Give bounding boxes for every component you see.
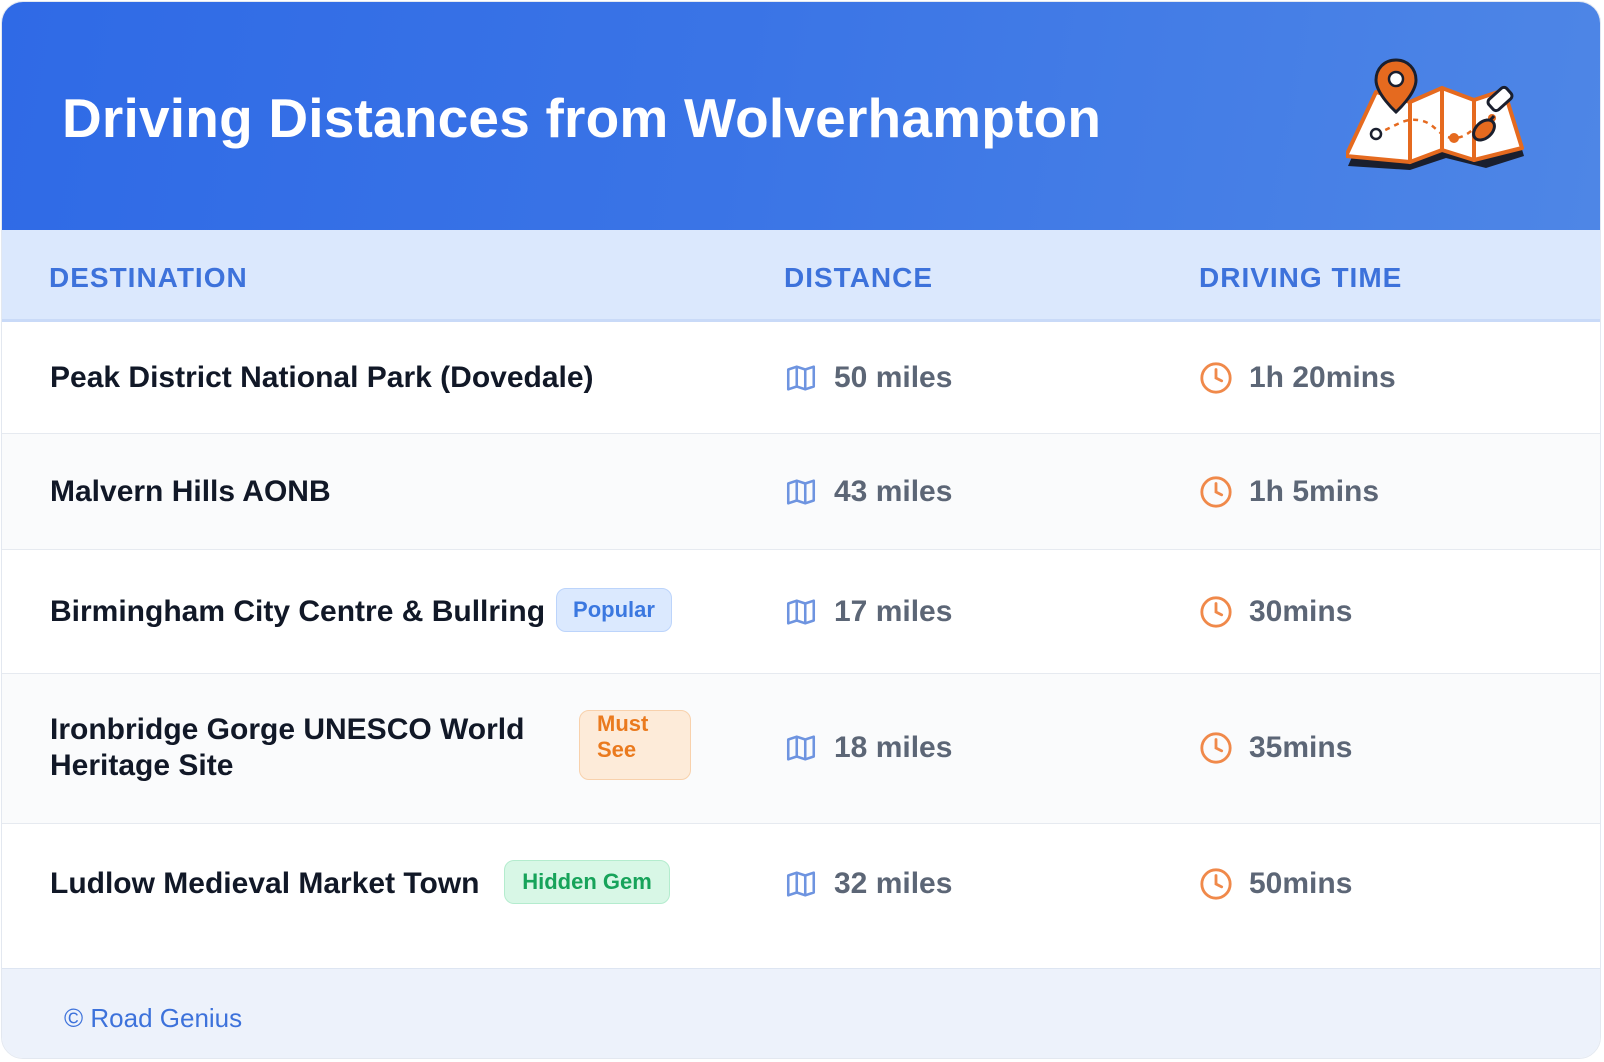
table-row: Malvern Hills AONB 43 miles 1h 5mins bbox=[2, 434, 1600, 550]
table-row: Ludlow Medieval Market Town Hidden Gem 3… bbox=[2, 824, 1600, 968]
destination-name: Ludlow Medieval Market Town bbox=[50, 867, 480, 900]
hidden-gem-badge: Hidden Gem bbox=[504, 860, 670, 904]
clock-icon bbox=[1200, 596, 1232, 628]
time-value: 1h 5mins bbox=[1249, 475, 1380, 508]
map-icon bbox=[786, 871, 816, 897]
clock-icon bbox=[1200, 476, 1232, 508]
time-cell: 30mins bbox=[1199, 592, 1352, 632]
time-cell: 50mins bbox=[1199, 864, 1352, 904]
map-icon bbox=[786, 735, 816, 761]
distance-cell: 43 miles bbox=[784, 472, 952, 512]
distance-value: 18 miles bbox=[834, 731, 953, 764]
table-row: Birmingham City Centre & Bullring Popula… bbox=[2, 550, 1600, 674]
popular-badge: Popular bbox=[556, 588, 672, 632]
clock-icon bbox=[1200, 362, 1232, 394]
destination-name: Peak District National Park (Dovedale) bbox=[50, 361, 594, 394]
credit-text: © Road Genius bbox=[64, 1003, 243, 1033]
must-see-badge-line-1: Must bbox=[597, 711, 649, 736]
distance-cell: 50 miles bbox=[784, 358, 952, 398]
must-see-badge-line-2: See bbox=[597, 737, 637, 762]
column-header-distance: DISTANCE bbox=[784, 262, 934, 293]
column-header-driving-time: DRIVING TIME bbox=[1199, 262, 1403, 293]
destination-name: Birmingham City Centre & Bullring bbox=[50, 595, 546, 628]
distance-value: 17 miles bbox=[834, 595, 953, 628]
map-icon bbox=[786, 479, 816, 505]
distance-value: 43 miles bbox=[834, 475, 953, 508]
time-value: 50mins bbox=[1249, 867, 1353, 900]
distance-cell: 18 miles bbox=[784, 728, 952, 768]
card-footer: © Road Genius bbox=[2, 968, 1600, 1058]
distance-value: 32 miles bbox=[834, 867, 953, 900]
time-cell: 1h 5mins bbox=[1199, 472, 1379, 512]
time-cell: 35mins bbox=[1199, 728, 1352, 768]
destination-name: Ironbridge Gorge UNESCO World Heritage S… bbox=[50, 712, 524, 784]
destination-name-line-2: Heritage Site bbox=[50, 749, 234, 782]
destination-name-line-1: Ironbridge Gorge UNESCO World bbox=[50, 713, 525, 746]
clock-icon bbox=[1200, 868, 1232, 900]
map-icon bbox=[786, 599, 816, 625]
distance-cell: 17 miles bbox=[784, 592, 952, 632]
time-cell: 1h 20mins bbox=[1199, 358, 1396, 398]
time-value: 30mins bbox=[1249, 595, 1353, 628]
must-see-badge: Must See bbox=[579, 710, 691, 780]
time-value: 35mins bbox=[1249, 731, 1353, 764]
card-header: Driving Distances from Wolverhampton bbox=[2, 2, 1600, 230]
distance-value: 50 miles bbox=[834, 361, 953, 394]
distance-card: Driving Distances from Wolverhampton DES… bbox=[1, 1, 1601, 1059]
clock-icon bbox=[1200, 732, 1232, 764]
distance-cell: 32 miles bbox=[784, 864, 952, 904]
column-header-destination: DESTINATION bbox=[49, 262, 248, 293]
map-icon bbox=[786, 365, 816, 391]
destination-name: Malvern Hills AONB bbox=[50, 475, 331, 508]
folded-map-with-pins-icon bbox=[1346, 58, 1524, 170]
time-value: 1h 20mins bbox=[1249, 361, 1396, 394]
table-header: DESTINATION DISTANCE DRIVING TIME bbox=[2, 230, 1600, 322]
page-title: Driving Distances from Wolverhampton bbox=[62, 87, 1102, 149]
table-row: Peak District National Park (Dovedale) 5… bbox=[2, 322, 1600, 434]
table-row: Ironbridge Gorge UNESCO World Heritage S… bbox=[2, 674, 1600, 824]
